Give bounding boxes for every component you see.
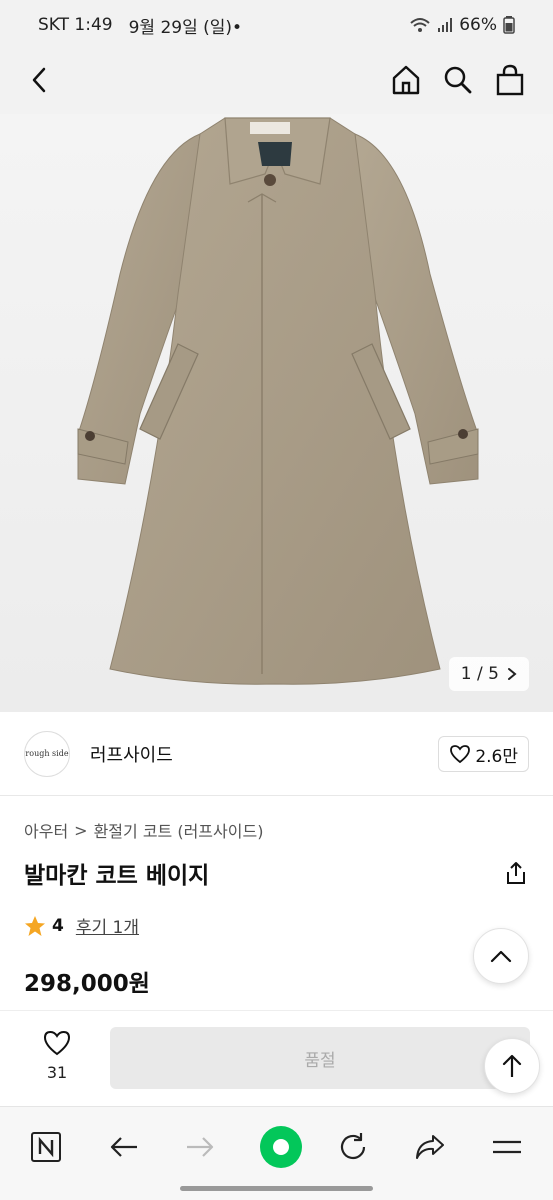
- chevron-up-icon: [490, 950, 512, 963]
- status-time: SKT 1:49: [38, 15, 113, 35]
- seller-name[interactable]: 러프사이드: [90, 741, 173, 767]
- naver-logo-icon: [31, 1132, 61, 1162]
- status-left: SKT 1:49 9월 29일 (일)•: [38, 13, 242, 38]
- top-navigation: [0, 50, 553, 114]
- gallery-counter-text: 1 / 5: [461, 664, 499, 684]
- status-date-text: 9월 29일 (일): [128, 17, 233, 38]
- breadcrumb: 아우터 > 환절기 코트 (러프사이드): [24, 818, 263, 842]
- signal-icon: [438, 18, 453, 32]
- chevron-left-icon: [32, 67, 46, 93]
- gallery-counter[interactable]: 1 / 5: [448, 657, 529, 691]
- product-image-gallery[interactable]: 1 / 5: [0, 114, 553, 712]
- wifi-icon: [410, 18, 430, 32]
- seller-like-count: 2.6만: [475, 746, 518, 767]
- gallery-total: 5: [488, 664, 499, 684]
- status-dot: •: [232, 17, 243, 38]
- scroll-top-button[interactable]: [473, 928, 529, 984]
- green-dot-icon: [260, 1126, 302, 1168]
- shopping-bag-icon: [496, 64, 524, 96]
- seller-like-button[interactable]: 2.6만: [438, 736, 529, 772]
- browser-forward-button[interactable]: [176, 1123, 224, 1171]
- browser-back-button[interactable]: [100, 1123, 148, 1171]
- home-button[interactable]: [384, 58, 428, 102]
- gallery-separator: /: [477, 664, 483, 684]
- breadcrumb-separator: >: [74, 820, 88, 840]
- status-bar: SKT 1:49 9월 29일 (일)• 66%: [0, 0, 553, 50]
- arrow-right-icon: [187, 1137, 214, 1157]
- share-button[interactable]: [501, 858, 531, 888]
- browser-share-button[interactable]: [406, 1123, 454, 1171]
- product-price: 298,000원: [24, 971, 150, 997]
- chevron-right-icon: [508, 668, 517, 680]
- back-button[interactable]: [18, 58, 62, 102]
- seller-row[interactable]: rough side 러프사이드 2.6만: [0, 712, 553, 796]
- heart-icon: [450, 745, 471, 764]
- rating-score: 4: [52, 915, 64, 936]
- review-link[interactable]: 후기 1개: [76, 913, 139, 938]
- breadcrumb-category[interactable]: 아우터: [24, 818, 68, 842]
- soldout-label: 품절: [304, 1050, 336, 1071]
- purchase-bar: 31 품절: [0, 1010, 553, 1106]
- wish-button[interactable]: 31: [34, 1029, 80, 1082]
- status-right: 66%: [409, 15, 515, 35]
- seller-logo-text: rough side: [25, 749, 69, 758]
- arrow-up-icon: [502, 1054, 522, 1077]
- star-icon: [25, 915, 45, 936]
- cart-button[interactable]: [488, 58, 532, 102]
- wish-count: 31: [46, 1063, 68, 1082]
- product-title: 발마칸 코트 베이지: [24, 863, 210, 889]
- status-date: 9월 29일 (일)•: [129, 13, 242, 38]
- green-dot-button[interactable]: [253, 1119, 309, 1175]
- battery-percent: 66%: [459, 15, 497, 35]
- hamburger-menu-icon: [493, 1140, 521, 1154]
- refresh-button[interactable]: [329, 1123, 377, 1171]
- menu-button[interactable]: [483, 1123, 531, 1171]
- heart-icon: [43, 1030, 71, 1056]
- arrow-up-button[interactable]: [484, 1038, 540, 1094]
- home-icon: [392, 65, 420, 95]
- search-icon: [444, 66, 472, 94]
- coat-image: [77, 117, 479, 685]
- arrow-left-icon: [110, 1137, 137, 1157]
- share-icon: [507, 862, 525, 884]
- refresh-icon: [340, 1133, 366, 1160]
- soldout-button: 품절: [110, 1027, 530, 1089]
- battery-icon: [503, 16, 515, 34]
- forward-share-icon: [416, 1135, 444, 1159]
- seller-logo[interactable]: rough side: [24, 730, 70, 777]
- rating-row: 4 후기 1개: [24, 913, 139, 938]
- search-button[interactable]: [436, 58, 480, 102]
- naver-button[interactable]: [22, 1123, 70, 1171]
- breadcrumb-subcategory[interactable]: 환절기 코트 (러프사이드): [94, 818, 264, 842]
- gallery-current: 1: [460, 664, 472, 684]
- home-indicator[interactable]: [180, 1186, 373, 1191]
